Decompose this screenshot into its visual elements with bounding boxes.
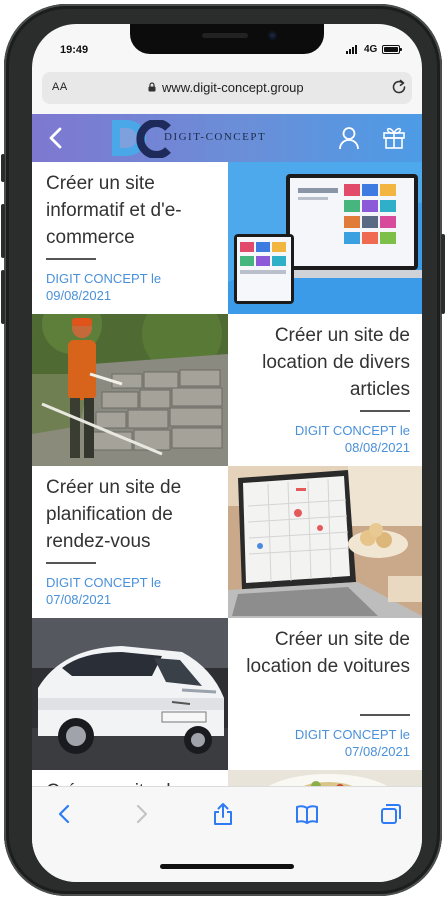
status-time: 19:49 bbox=[60, 44, 89, 56]
reload-icon[interactable] bbox=[390, 78, 408, 96]
speaker-grille bbox=[202, 33, 248, 38]
back-arrow-icon[interactable] bbox=[46, 126, 66, 150]
gift-icon[interactable] bbox=[382, 125, 406, 149]
article-card[interactable]: Créer un site de bbox=[32, 770, 422, 786]
article-date: 07/08/2021 bbox=[344, 744, 410, 759]
article-date: 09/08/2021 bbox=[46, 288, 112, 303]
site-header: DIGIT-CONCEPT bbox=[32, 114, 422, 162]
article-title[interactable]: Créer un site de location de voitures bbox=[230, 626, 410, 680]
site-logo[interactable]: DIGIT-CONCEPT bbox=[110, 116, 300, 160]
article-title[interactable]: Créer un site informatif et d'e-commerce bbox=[46, 170, 226, 251]
man-trimming-wall-image[interactable] bbox=[32, 314, 228, 466]
article-feed[interactable]: Créer un site informatif et d'e-commerce… bbox=[32, 162, 422, 786]
tabs-icon[interactable] bbox=[378, 801, 404, 827]
article-meta: DIGIT CONCEPT le 09/08/2021 bbox=[46, 270, 226, 304]
article-author: DIGIT CONCEPT le bbox=[294, 727, 410, 742]
power-button bbox=[441, 234, 445, 314]
article-card[interactable]: Créer un site informatif et d'e-commerce… bbox=[32, 162, 422, 314]
article-card[interactable]: Créer un site de location de divers arti… bbox=[32, 314, 422, 466]
article-title[interactable]: Créer un site de planification de rendez… bbox=[46, 474, 226, 555]
divider bbox=[360, 410, 410, 412]
white-car-image[interactable] bbox=[32, 618, 228, 770]
address-bar[interactable]: AA www.digit-concept.group bbox=[42, 72, 412, 104]
forward-icon[interactable] bbox=[128, 801, 154, 827]
user-icon[interactable] bbox=[338, 126, 360, 150]
logo-text: DIGIT-CONCEPT bbox=[164, 131, 267, 143]
lock-icon bbox=[148, 82, 156, 92]
phone-screen: 19:49 4G AA www.digit-concept.group DIGI… bbox=[32, 24, 422, 882]
notch bbox=[130, 24, 324, 54]
volume-down-button bbox=[1, 270, 5, 324]
article-text[interactable]: Créer un site de location de divers arti… bbox=[228, 314, 422, 466]
divider bbox=[46, 258, 96, 260]
text-size-button[interactable]: AA bbox=[52, 81, 68, 93]
battery-icon bbox=[382, 45, 402, 54]
article-meta: DIGIT CONCEPT le 07/08/2021 bbox=[46, 574, 226, 608]
article-meta: DIGIT CONCEPT le 08/08/2021 bbox=[230, 422, 410, 456]
share-icon[interactable] bbox=[210, 801, 236, 827]
article-meta: DIGIT CONCEPT le 07/08/2021 bbox=[230, 726, 410, 760]
phone-frame: 19:49 4G AA www.digit-concept.group DIGI… bbox=[1, 4, 445, 896]
article-date: 08/08/2021 bbox=[344, 440, 410, 455]
article-title[interactable]: Créer un site de location de divers arti… bbox=[230, 322, 410, 403]
mute-switch bbox=[1, 154, 5, 182]
volume-up-button bbox=[1, 204, 5, 258]
article-text[interactable]: Créer un site de location de voitures DI… bbox=[228, 618, 422, 770]
article-text[interactable]: Créer un site de bbox=[32, 770, 228, 786]
back-icon[interactable] bbox=[52, 801, 78, 827]
article-author: DIGIT CONCEPT le bbox=[294, 423, 410, 438]
laptop-calendar-image[interactable] bbox=[228, 466, 422, 618]
article-card[interactable]: Créer un site de planification de rendez… bbox=[32, 466, 422, 618]
article-author: DIGIT CONCEPT le bbox=[46, 575, 162, 590]
article-title[interactable]: Créer un site de bbox=[46, 778, 226, 786]
article-date: 07/08/2021 bbox=[46, 592, 112, 607]
laptop-website-mockup-image[interactable] bbox=[228, 162, 422, 314]
front-camera bbox=[268, 31, 277, 40]
food-plate-image[interactable] bbox=[228, 770, 422, 786]
article-card[interactable]: Créer un site de location de voitures DI… bbox=[32, 618, 422, 770]
article-author: DIGIT CONCEPT le bbox=[46, 271, 162, 286]
divider bbox=[360, 714, 410, 716]
article-text[interactable]: Créer un site informatif et d'e-commerce… bbox=[32, 162, 228, 314]
signal-icon bbox=[346, 45, 357, 54]
article-text[interactable]: Créer un site de planification de rendez… bbox=[32, 466, 228, 618]
url-text[interactable]: www.digit-concept.group bbox=[162, 80, 304, 95]
home-indicator[interactable] bbox=[160, 864, 294, 869]
divider bbox=[46, 562, 96, 564]
network-type: 4G bbox=[364, 44, 378, 55]
bookmarks-icon[interactable] bbox=[294, 801, 320, 827]
